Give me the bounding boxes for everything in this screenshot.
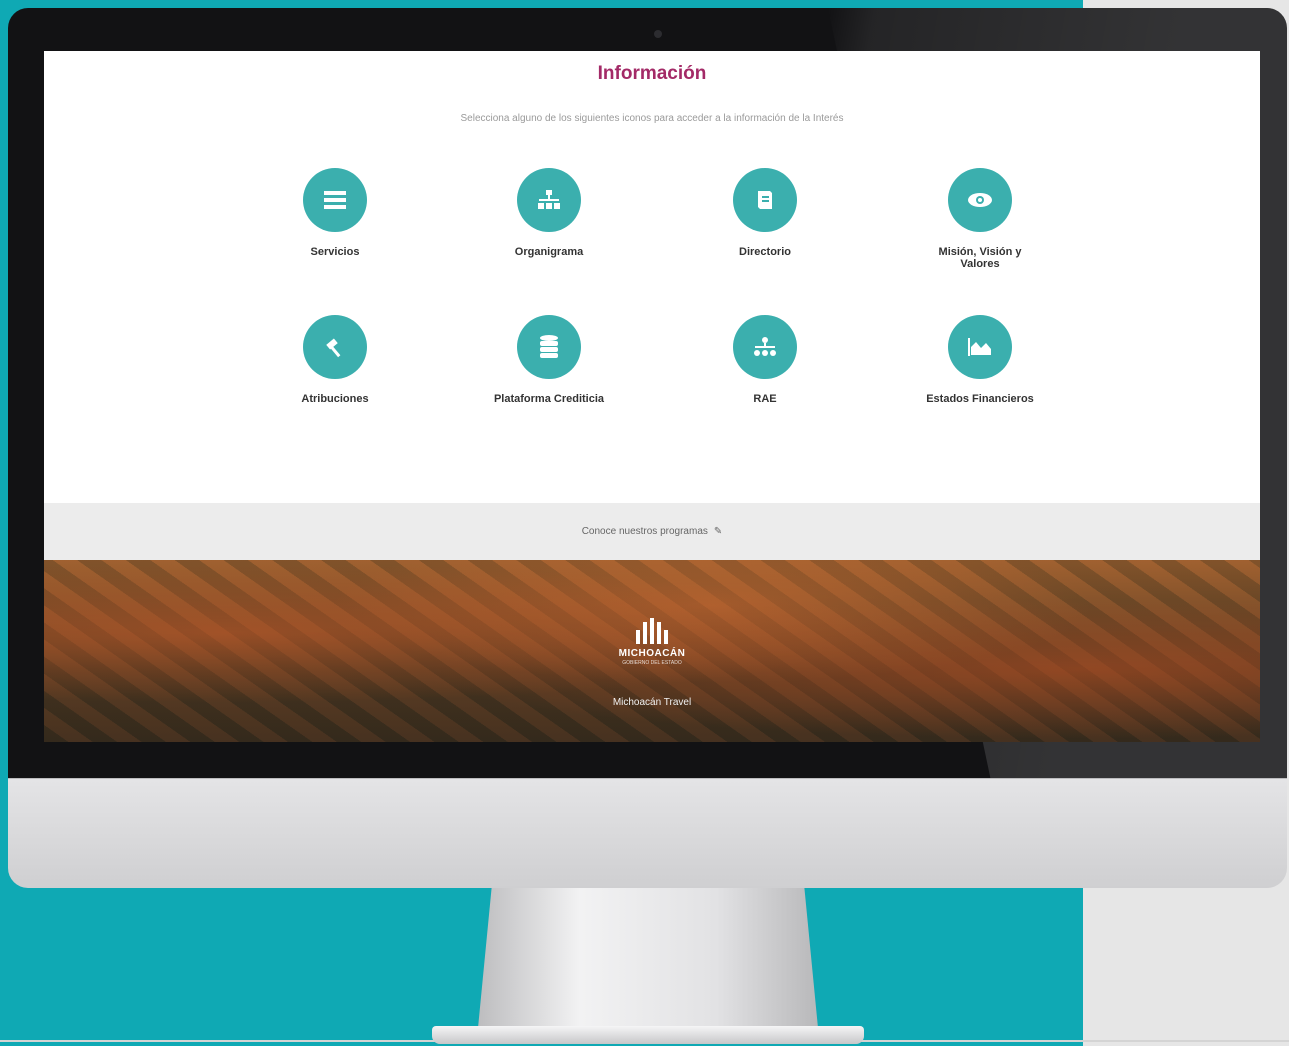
card-label: Organigrama [514,246,584,258]
card-label: Atribuciones [301,393,369,405]
monitor-screen: Información Selecciona alguno de los sig… [44,51,1260,742]
card-directorio[interactable]: Directorio [675,168,855,258]
monitor-stand-base [432,1026,864,1044]
logo-bars-icon [602,618,702,644]
card-label: Servicios [310,246,360,258]
card-servicios[interactable]: Servicios [245,168,425,258]
hierarchy-icon [733,315,797,379]
page-title: Información [597,63,707,84]
card-label: Directorio [739,246,791,258]
card-mision-vision-valores[interactable]: Misión, Visión y Valores [890,168,1070,270]
database-icon [517,315,581,379]
org-chart-icon [517,168,581,232]
card-rae[interactable]: RAE [675,315,855,405]
monitor-chin [8,778,1287,888]
list-icon [303,168,367,232]
card-label: Misión, Visión y Valores [938,246,1022,270]
card-estados-financieros[interactable]: Estados Financieros [890,315,1070,405]
michoacan-logo[interactable]: MICHOACÁN GOBIERNO DEL ESTADO [602,618,702,666]
card-atribuciones[interactable]: Atribuciones [245,315,425,405]
camera-icon [654,30,662,38]
programs-link[interactable]: Conoce nuestros programas ✎ [44,503,1260,560]
card-organigrama[interactable]: Organigrama [459,168,639,258]
card-label: RAE [753,393,777,405]
card-plataforma-crediticia[interactable]: Plataforma Crediticia [459,315,639,405]
area-chart-icon [948,315,1012,379]
monitor-stand-neck [478,888,818,1028]
footer-caption: Michoacán Travel [612,697,692,708]
card-label: Plataforma Crediticia [493,393,605,405]
book-icon [733,168,797,232]
eye-icon [948,168,1012,232]
footer-banner: MICHOACÁN GOBIERNO DEL ESTADO Michoacán … [44,560,1260,742]
gavel-icon [303,315,367,379]
pencil-icon: ✎ [713,526,723,537]
logo-text: MICHOACÁN [618,648,686,659]
programs-label: Conoce nuestros programas [581,526,708,537]
page-subtitle: Selecciona alguno de los siguientes icon… [460,113,844,124]
logo-subtext: GOBIERNO DEL ESTADO [622,660,682,666]
card-label: Estados Financieros [926,393,1034,405]
